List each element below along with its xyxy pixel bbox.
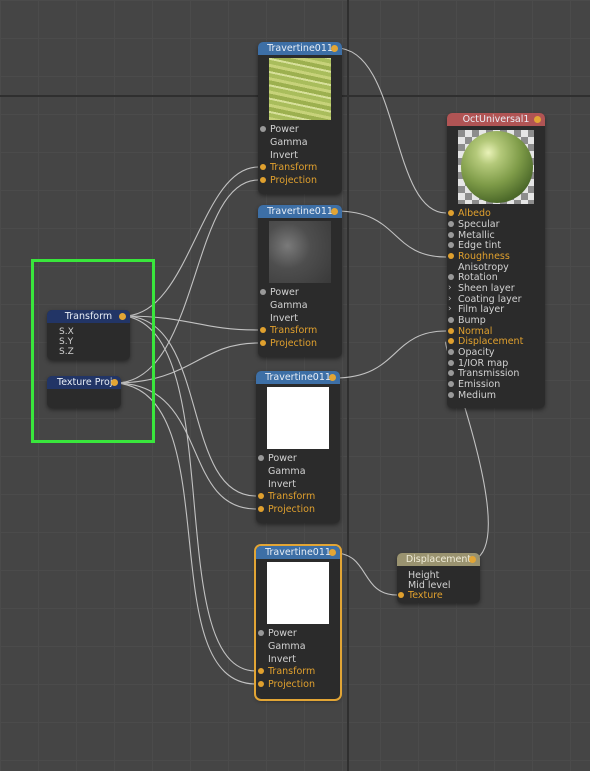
pin-power[interactable]: Power [260, 287, 299, 298]
wire-trav4-disp [333, 552, 398, 596]
pin-emission[interactable]: Emission [448, 379, 500, 390]
pin-invert[interactable]: Invert [270, 150, 298, 161]
selection-highlight-box [31, 259, 155, 443]
pin-invert[interactable]: Invert [268, 654, 296, 665]
texture-thumbnail [269, 58, 331, 120]
pin-medium[interactable]: Medium [448, 390, 496, 401]
pin-film-layer[interactable]: › Film layer [448, 304, 504, 315]
pin-transform[interactable]: Transform [260, 325, 317, 336]
pin-power[interactable]: Power [258, 628, 297, 639]
texture-node-travertine-4[interactable]: Travertine011 Power Gamma Invert Transfo… [256, 546, 340, 699]
pin-roughness[interactable]: Roughness [448, 251, 510, 262]
pin-texture[interactable]: Texture [398, 590, 443, 601]
pin-albedo[interactable]: Albedo [448, 208, 491, 219]
output-port[interactable] [534, 116, 541, 123]
pin-gamma[interactable]: Gamma [270, 300, 308, 311]
pin-opacity[interactable]: Opacity [448, 347, 495, 358]
texture-node-travertine-1[interactable]: Travertine011 Power Gamma Invert Transfo… [258, 42, 342, 194]
pin-invert[interactable]: Invert [270, 313, 298, 324]
material-preview [458, 130, 534, 204]
output-port[interactable] [469, 556, 476, 563]
pin-transform[interactable]: Transform [260, 162, 317, 173]
texture-thumbnail [269, 221, 331, 283]
pin-gamma[interactable]: Gamma [268, 641, 306, 652]
grid-axis-vertical [347, 0, 349, 771]
pin-projection[interactable]: Projection [258, 679, 315, 690]
pin-gamma[interactable]: Gamma [268, 466, 306, 477]
pin-projection[interactable]: Projection [260, 338, 317, 349]
pin-projection[interactable]: Projection [260, 175, 317, 186]
node-header[interactable]: OctUniversal1 [447, 113, 545, 126]
texture-thumbnail [267, 562, 329, 624]
pin-displacement[interactable]: Displacement [448, 336, 523, 347]
pin-edge-tint[interactable]: Edge tint [448, 240, 501, 251]
chevron-right-icon[interactable]: › [448, 304, 452, 315]
pin-projection[interactable]: Projection [258, 504, 315, 515]
output-port[interactable] [331, 45, 338, 52]
output-port[interactable] [329, 374, 336, 381]
pin-transmission[interactable]: Transmission [448, 368, 519, 379]
node-header[interactable]: Travertine011 [258, 205, 342, 218]
wire-trav2-roughness [335, 210, 447, 258]
pin-transform[interactable]: Transform [258, 491, 315, 502]
pin-gamma[interactable]: Gamma [270, 137, 308, 148]
wire-trav1-albedo [335, 47, 447, 214]
node-header[interactable]: Travertine011 [256, 546, 340, 559]
chevron-right-icon[interactable]: › [448, 283, 452, 294]
material-node-octuniversal[interactable]: OctUniversal1 Albedo Specular Metallic E… [447, 113, 545, 408]
texture-thumbnail [267, 387, 329, 449]
wire-trav3-normal [333, 330, 447, 379]
pin-specular[interactable]: Specular [448, 219, 500, 230]
pin-sheen-layer[interactable]: › Sheen layer [448, 283, 515, 294]
pin-power[interactable]: Power [258, 453, 297, 464]
output-port[interactable] [331, 208, 338, 215]
node-header[interactable]: Travertine011 [256, 371, 340, 384]
pin-bump[interactable]: Bump [448, 315, 486, 326]
texture-node-travertine-3[interactable]: Travertine011 Power Gamma Invert Transfo… [256, 371, 340, 523]
texture-node-travertine-2[interactable]: Travertine011 Power Gamma Invert Transfo… [258, 205, 342, 357]
node-header[interactable]: Displacement [397, 553, 480, 566]
pin-rotation[interactable]: Rotation [448, 272, 498, 283]
displacement-node[interactable]: Displacement Height Mid level Texture [397, 553, 480, 603]
pin-invert[interactable]: Invert [268, 479, 296, 490]
output-port[interactable] [329, 549, 336, 556]
pin-power[interactable]: Power [260, 124, 299, 135]
node-header[interactable]: Travertine011 [258, 42, 342, 55]
pin-transform[interactable]: Transform [258, 666, 315, 677]
